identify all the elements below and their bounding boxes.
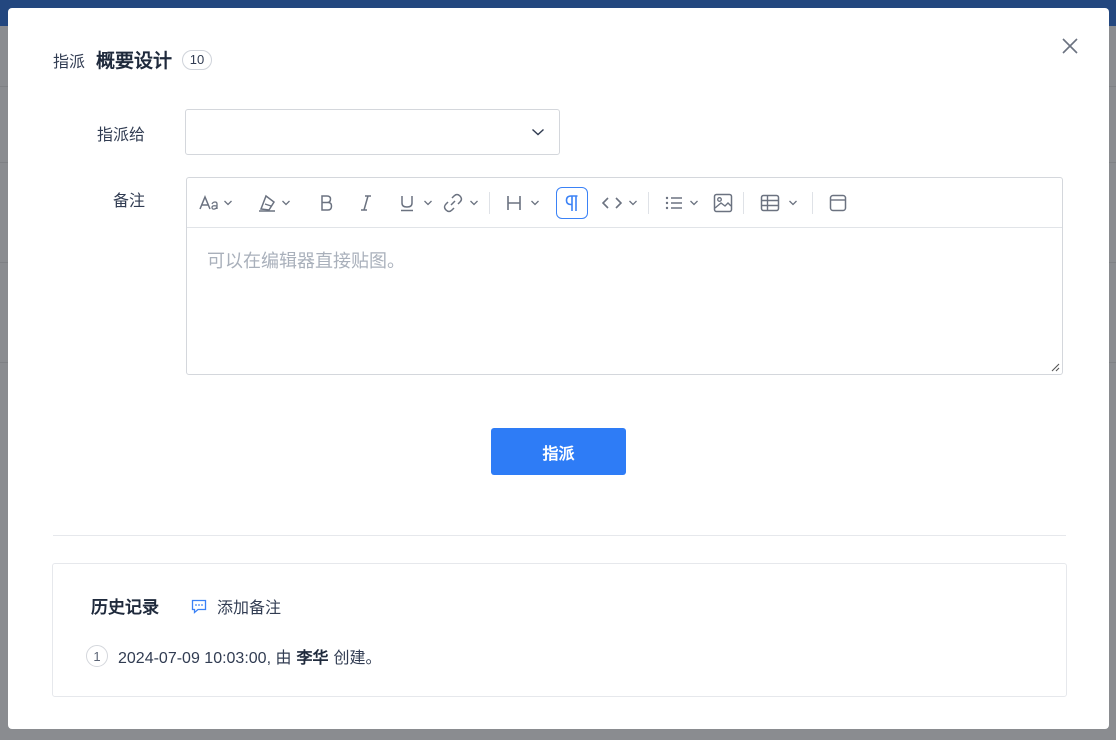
comment-icon: [191, 599, 207, 614]
underline-icon: [401, 195, 413, 211]
window-icon: [829, 194, 847, 211]
link-button[interactable]: [443, 187, 479, 219]
close-icon: [1062, 38, 1078, 54]
image-button[interactable]: [713, 187, 733, 219]
editor-content[interactable]: 可以在编辑器直接贴图。: [187, 228, 1062, 292]
history-entry-index: 1: [86, 645, 108, 667]
chevron-down-icon: [531, 200, 539, 205]
list-icon: [665, 196, 682, 209]
chevron-down-icon: [424, 200, 432, 205]
italic-icon: [361, 194, 371, 211]
note-label: 备注: [112, 193, 145, 210]
resize-handle-icon[interactable]: [1050, 362, 1060, 372]
chevron-down-icon: [690, 200, 698, 205]
history-entry-timestamp: 2024-07-09 10:03:00, 由: [118, 650, 292, 667]
font-size-button[interactable]: [199, 187, 233, 219]
bold-icon: [321, 194, 333, 211]
history-panel: 历史记录 添加备注 1 2024-07-09 10:03:00, 由 李华 创建…: [52, 563, 1067, 697]
font-size-icon: [199, 194, 218, 210]
link-icon: [443, 193, 463, 212]
close-button[interactable]: [1061, 37, 1079, 55]
history-entry-action: 创建。: [333, 650, 382, 667]
toolbar-separator: [648, 191, 649, 214]
history-entry-user: 李华: [296, 650, 329, 667]
dialog-type-label: 指派: [53, 53, 86, 71]
chevron-down-icon: [789, 200, 797, 205]
font-color-button[interactable]: [257, 187, 291, 219]
history-title: 历史记录: [91, 598, 159, 617]
dialog-title: 概要设计: [96, 51, 173, 72]
add-note-button[interactable]: 添加备注: [191, 594, 281, 618]
history-entry: 1 2024-07-09 10:03:00, 由 李华 创建。: [86, 644, 382, 668]
editor-toolbar: [187, 178, 1062, 228]
chevron-down-icon: [629, 200, 637, 205]
paragraph-button[interactable]: [556, 186, 588, 219]
table-icon: [760, 194, 780, 211]
toolbar-separator: [812, 191, 813, 214]
assign-dialog: 指派 概要设计 10 指派给 备注 可以在编辑器直接贴图。 指派 历史记录 添加…: [8, 8, 1109, 729]
code-button[interactable]: [602, 187, 638, 219]
list-button[interactable]: [665, 187, 699, 219]
dialog-id-badge: 10: [182, 49, 213, 70]
toolbar-separator: [489, 191, 490, 214]
chevron-down-icon: [470, 200, 478, 205]
add-note-label: 添加备注: [217, 600, 282, 617]
bold-button[interactable]: [319, 187, 333, 219]
fullscreen-button[interactable]: [829, 187, 847, 219]
assign-to-label: 指派给: [96, 127, 145, 144]
table-button[interactable]: [760, 187, 798, 219]
rich-text-editor[interactable]: 可以在编辑器直接贴图。: [186, 177, 1063, 375]
underline-button[interactable]: [399, 187, 433, 219]
assign-submit-button[interactable]: 指派: [491, 428, 626, 475]
section-divider: [53, 535, 1066, 536]
heading-button[interactable]: [506, 187, 540, 219]
italic-button[interactable]: [359, 187, 373, 219]
chevron-down-icon: [224, 200, 232, 205]
heading-icon: [507, 195, 521, 210]
pilcrow-icon: [565, 194, 578, 211]
chevron-down-icon: [532, 128, 544, 136]
chevron-down-icon: [282, 200, 290, 205]
assign-to-select[interactable]: [185, 109, 560, 155]
toolbar-separator: [743, 191, 744, 214]
dialog-header: 指派 概要设计 10: [53, 46, 213, 73]
code-icon: [602, 196, 622, 209]
paint-bucket-icon: [259, 194, 276, 212]
image-icon: [713, 193, 733, 212]
